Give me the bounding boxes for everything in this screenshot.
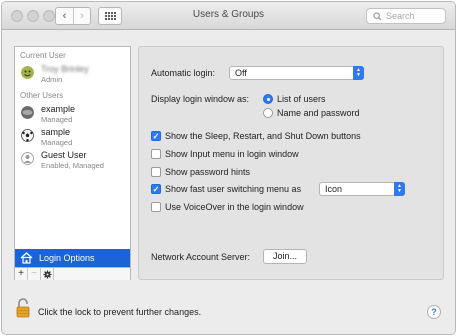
- house-icon: [20, 252, 33, 264]
- search-placeholder: Search: [386, 11, 415, 21]
- current-user-header: Current User: [20, 51, 66, 60]
- checkbox-voiceover-label: Use VoiceOver in the login window: [165, 202, 304, 212]
- user-role: Enabled, Managed: [41, 161, 104, 170]
- add-user-button[interactable]: +: [15, 268, 28, 280]
- checkbox-show-input-menu-label: Show Input menu in login window: [165, 149, 299, 159]
- avatar: [21, 106, 34, 119]
- fast-switching-popup[interactable]: Icon ▲ ▼: [319, 182, 405, 196]
- current-user-item[interactable]: Troy Brinley Admin: [15, 62, 130, 88]
- checkbox-fast-user-switching[interactable]: ✓: [151, 184, 161, 194]
- help-button[interactable]: ?: [427, 305, 441, 319]
- automatic-login-popup[interactable]: Off ▲ ▼: [229, 66, 364, 80]
- login-options-item[interactable]: Login Options: [15, 249, 130, 267]
- users-sidebar: Current User Troy Brinley Admin Other Us…: [14, 46, 131, 280]
- radio-list-of-users[interactable]: [263, 94, 273, 104]
- radio-list-of-users-label: List of users: [277, 94, 326, 104]
- current-user-role: Admin: [41, 75, 63, 84]
- remove-user-button[interactable]: −: [28, 268, 41, 280]
- checkbox-fast-user-switching-label: Show fast user switching menu as: [165, 184, 302, 194]
- popup-arrows-icon: ▲ ▼: [394, 182, 405, 196]
- other-users-header: Other Users: [20, 91, 64, 100]
- avatar: [21, 66, 34, 79]
- checkbox-show-password-hints-label: Show password hints: [165, 167, 251, 177]
- lock-message: Click the lock to prevent further change…: [38, 307, 202, 317]
- avatar: [21, 129, 34, 142]
- login-options-panel: Automatic login: Off ▲ ▼ Display login wi…: [138, 46, 444, 280]
- checkbox-show-password-hints[interactable]: [151, 167, 161, 177]
- user-name: Guest User: [41, 150, 87, 160]
- lock-icon[interactable]: [16, 298, 30, 318]
- checkbox-voiceover[interactable]: [151, 202, 161, 212]
- current-user-name: Troy Brinley: [41, 64, 89, 74]
- sidebar-action-bar: + −: [15, 267, 130, 280]
- network-server-label: Network Account Server:: [151, 252, 251, 262]
- popup-arrows-icon: ▲ ▼: [353, 66, 364, 80]
- fast-switching-value: Icon: [325, 184, 343, 194]
- user-item-guest[interactable]: Guest User Enabled, Managed: [15, 148, 130, 174]
- guest-user-icon: [21, 152, 34, 165]
- gear-icon: [42, 269, 52, 279]
- automatic-login-label: Automatic login:: [151, 68, 216, 78]
- action-gear-button[interactable]: [41, 268, 54, 280]
- search-field[interactable]: Search: [366, 8, 446, 24]
- join-button[interactable]: Join...: [263, 249, 307, 264]
- user-name: example: [41, 104, 76, 114]
- user-role: Managed: [41, 138, 73, 147]
- user-name: sample: [41, 127, 71, 137]
- title-bar: ‹ › Users & Groups Search: [2, 2, 455, 30]
- radio-name-and-password[interactable]: [263, 108, 273, 118]
- search-icon: [373, 11, 382, 21]
- checkbox-show-sleep-restart[interactable]: ✓: [151, 131, 161, 141]
- automatic-login-value: Off: [235, 68, 247, 78]
- users-groups-window: ‹ › Users & Groups Search Current User T…: [1, 1, 456, 335]
- login-options-label: Login Options: [39, 253, 95, 263]
- radio-name-and-password-label: Name and password: [277, 108, 360, 118]
- user-role: Managed: [41, 115, 73, 124]
- display-login-label: Display login window as:: [151, 94, 250, 104]
- checkbox-show-input-menu[interactable]: [151, 149, 161, 159]
- checkbox-show-sleep-restart-label: Show the Sleep, Restart, and Shut Down b…: [165, 131, 361, 141]
